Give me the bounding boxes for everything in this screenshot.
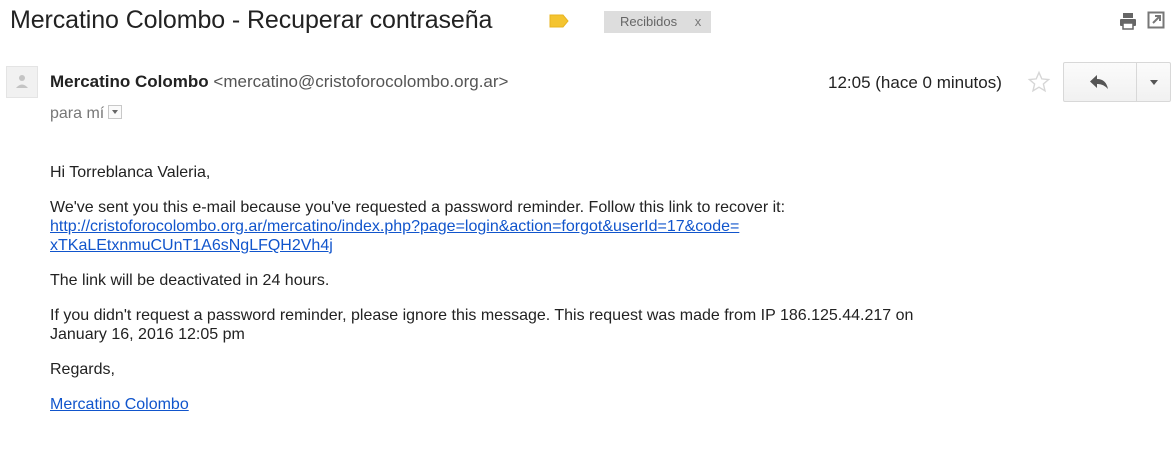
avatar-icon <box>16 75 28 88</box>
label-tag-icon[interactable] <box>549 14 569 28</box>
sender-line: Mercatino Colombo <mercatino@cristoforoc… <box>50 72 508 92</box>
recover-link[interactable]: http://cristoforocolombo.org.ar/mercatin… <box>50 218 739 254</box>
sender-name[interactable]: Mercatino Colombo <box>50 72 209 91</box>
message-header-bar: Mercatino Colombo - Recuperar contraseña… <box>0 0 1175 52</box>
reply-button[interactable] <box>1064 63 1137 101</box>
new-window-icon[interactable] <box>1147 11 1165 29</box>
ignore-text-line2: January 16, 2016 12:05 pm <box>50 326 245 343</box>
reply-button-group <box>1063 62 1171 102</box>
show-details-toggle[interactable] <box>108 105 123 119</box>
signature-link[interactable]: Mercatino Colombo <box>50 396 189 413</box>
intro-paragraph: We've sent you this e-mail because you'v… <box>50 198 1160 255</box>
sender-email: <mercatino@cristoforocolombo.org.ar> <box>213 72 509 91</box>
recipient-line: para mí <box>50 105 123 123</box>
email-subject: Mercatino Colombo - Recuperar contraseña <box>10 6 493 34</box>
more-actions-button[interactable] <box>1137 63 1170 101</box>
message-body: Hi Torreblanca Valeria, We've sent you t… <box>50 163 1160 430</box>
star-icon[interactable] <box>1027 70 1051 94</box>
recipient-label: para mí <box>50 105 105 122</box>
message-timestamp: 12:05 (hace 0 minutos) <box>828 73 1002 92</box>
signature-paragraph: Mercatino Colombo <box>50 395 1160 414</box>
reply-icon <box>1090 75 1108 89</box>
inbox-label-text: Recibidos <box>620 14 678 29</box>
recover-link-line2: xTKaLEtxnmuCUnT1A6sNgLFQH2Vh4j <box>50 237 333 254</box>
sender-avatar <box>6 66 38 98</box>
print-icon[interactable] <box>1119 12 1137 30</box>
ignore-text-line1: If you didn't request a password reminde… <box>50 307 914 324</box>
inbox-label-badge[interactable]: Recibidos x <box>604 11 712 33</box>
greeting-text: Hi Torreblanca Valeria, <box>50 164 211 181</box>
deactivation-text: The link will be deactivated in 24 hours… <box>50 272 330 289</box>
ignore-paragraph: If you didn't request a password reminde… <box>50 306 1160 344</box>
intro-text: We've sent you this e-mail because you'v… <box>50 199 786 216</box>
regards-text: Regards, <box>50 361 115 378</box>
recover-link-line1: http://cristoforocolombo.org.ar/mercatin… <box>50 218 740 235</box>
remove-label-button[interactable]: x <box>695 14 702 29</box>
